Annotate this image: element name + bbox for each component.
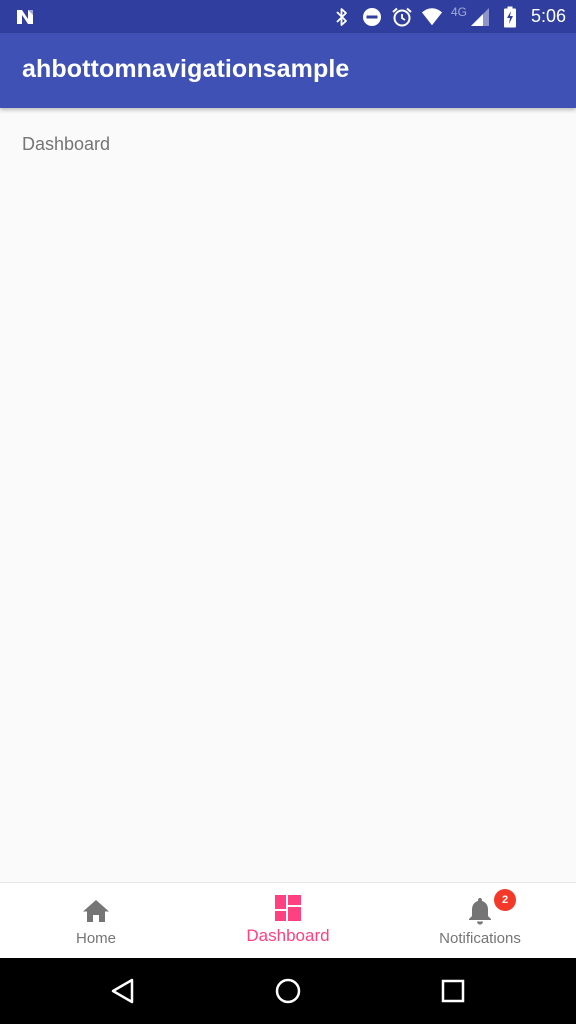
back-icon[interactable] — [107, 975, 139, 1007]
network-type-label: 4G — [450, 4, 467, 19]
app-screen: 4G 5:06 ahbottomnavigationsample Dashboa… — [0, 0, 576, 1024]
status-time: 5:06 — [530, 6, 566, 26]
n-notification-icon — [14, 6, 36, 28]
app-bar: ahbottomnavigationsample — [0, 33, 576, 108]
content-label: Dashboard — [22, 134, 111, 154]
bottom-nav-label-notifications: Notifications — [439, 930, 521, 947]
bottom-nav-item-home[interactable]: Home — [0, 883, 192, 959]
dashboard-icon — [274, 894, 302, 922]
alarm-icon — [391, 6, 413, 28]
bottom-nav-item-dashboard[interactable]: Dashboard — [192, 883, 384, 959]
status-icons: 4G 5:06 — [331, 0, 566, 33]
wifi-icon — [421, 6, 443, 28]
app-title: ahbottomnavigationsample — [22, 55, 350, 83]
battery-charging-icon — [499, 6, 521, 28]
do-not-disturb-icon — [361, 6, 383, 28]
bluetooth-icon — [331, 6, 353, 28]
recents-icon[interactable] — [437, 975, 469, 1007]
notification-badge: 2 — [494, 889, 516, 911]
system-navigation-bar — [0, 958, 576, 1024]
bell-icon: 2 — [466, 889, 516, 925]
cell-signal-icon — [469, 6, 491, 28]
bottom-nav-label-dashboard: Dashboard — [246, 926, 330, 945]
bottom-navigation: Home Dashboard 2 Notifications — [0, 882, 576, 959]
status-bar: 4G 5:06 — [0, 0, 576, 33]
bottom-nav-item-notifications[interactable]: 2 Notifications — [384, 883, 576, 959]
home-circle-icon[interactable] — [272, 975, 304, 1007]
home-icon — [82, 897, 110, 925]
bottom-nav-label-home: Home — [75, 930, 116, 947]
content-area: Dashboard — [0, 108, 576, 882]
